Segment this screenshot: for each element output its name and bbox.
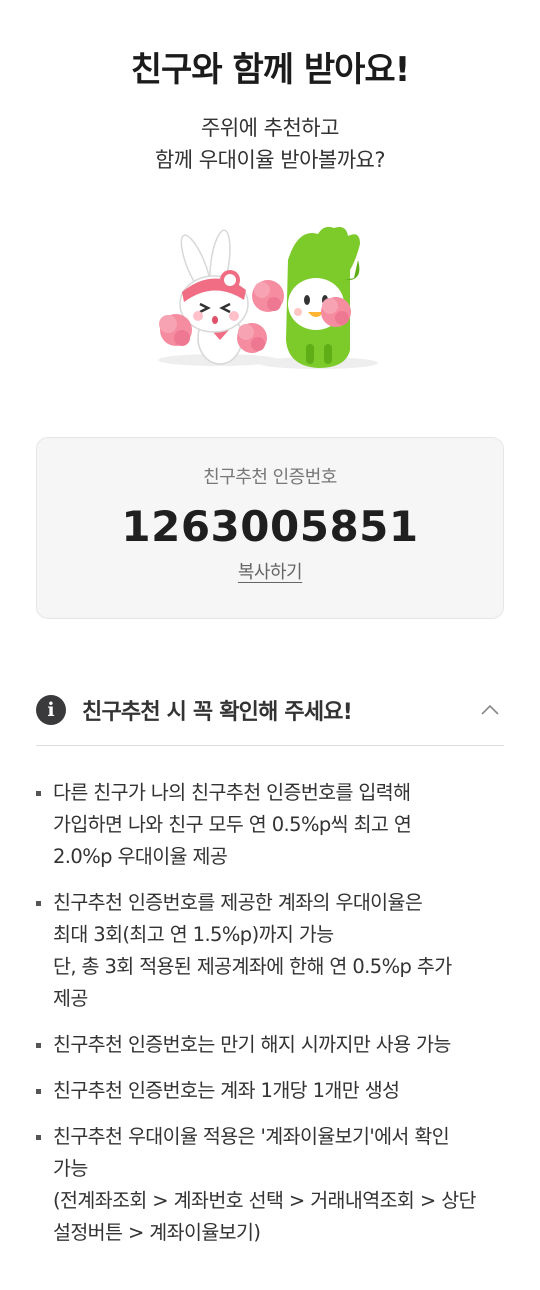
copy-link-wrapper: 복사하기	[37, 558, 503, 584]
notice-title: 친구추천 시 꼭 확인해 주세요!	[82, 700, 353, 725]
bullet-icon	[36, 1089, 41, 1094]
notice-line: 가입하면 나와 친구 모두 연 0.5%p씩 최고 연	[53, 813, 412, 836]
notice-list-item: 친구추천 인증번호를 제공한 계좌의 우대이율은 최대 3회(최고 연 1.5%…	[36, 887, 508, 1015]
dinosaur-character-icon	[286, 226, 360, 368]
divider	[36, 745, 504, 746]
page-subtitle: 주위에 추천하고 함께 우대이율 받아볼까요?	[0, 112, 540, 176]
notice-list-item: 친구추천 인증번호는 만기 해지 시까지만 사용 가능	[36, 1029, 508, 1061]
referral-code-value: 1263005851	[121, 502, 419, 551]
notice-list-item: 다른 친구가 나의 친구추천 인증번호를 입력해 가입하면 나와 친구 모두 연…	[36, 777, 508, 873]
notice-line: 단, 총 3회 적용된 제공계좌에 한해 연 0.5%p 추가	[53, 955, 452, 978]
chevron-up-icon[interactable]	[480, 700, 500, 720]
cheerleader-characters-illustration	[158, 226, 378, 369]
copy-code-button[interactable]: 복사하기	[238, 562, 303, 583]
notice-line: 최대 3회(최고 연 1.5%p)까지 가능	[53, 923, 334, 946]
notice-line: 제공	[53, 987, 88, 1010]
notice-line: 친구추천 인증번호는 만기 해지 시까지만 사용 가능	[53, 1033, 451, 1056]
bullet-icon	[36, 1043, 41, 1048]
referral-code-label: 친구추천 인증번호	[203, 467, 337, 488]
notice-accordion-header[interactable]: i 친구추천 시 꼭 확인해 주세요!	[36, 688, 504, 732]
notice-line: 2.0%p 우대이율 제공	[53, 845, 228, 868]
bullet-icon	[36, 791, 41, 796]
notice-list-item: 친구추천 우대이율 적용은 '계좌이율보기'에서 확인 가능 (전계좌조회 > …	[36, 1121, 508, 1249]
page-title: 친구와 함께 받아요!	[130, 50, 410, 90]
notice-line: 친구추천 인증번호를 제공한 계좌의 우대이율은	[53, 891, 423, 914]
subtitle-line-2: 함께 우대이율 받아볼까요?	[154, 148, 386, 172]
bullet-icon	[36, 1135, 41, 1140]
referral-code-card: 친구추천 인증번호 1263005851 복사하기	[36, 437, 504, 619]
bullet-icon	[36, 901, 41, 906]
notice-list: 다른 친구가 나의 친구추천 인증번호를 입력해 가입하면 나와 친구 모두 연…	[36, 777, 508, 1263]
notice-line: 가능	[53, 1157, 88, 1180]
notice-line: 설정버튼 > 계좌이율보기)	[53, 1221, 261, 1244]
notice-line: 다른 친구가 나의 친구추천 인증번호를 입력해	[53, 781, 411, 804]
notice-line: (전계좌조회 > 계좌번호 선택 > 거래내역조회 > 상단	[53, 1189, 476, 1212]
notice-line: 친구추천 인증번호는 계좌 1개당 1개만 생성	[53, 1079, 400, 1102]
notice-line: 친구추천 우대이율 적용은 '계좌이율보기'에서 확인	[53, 1125, 450, 1148]
info-icon: i	[36, 695, 66, 725]
notice-list-item: 친구추천 인증번호는 계좌 1개당 1개만 생성	[36, 1075, 508, 1107]
subtitle-line-1: 주위에 추천하고	[201, 116, 339, 140]
